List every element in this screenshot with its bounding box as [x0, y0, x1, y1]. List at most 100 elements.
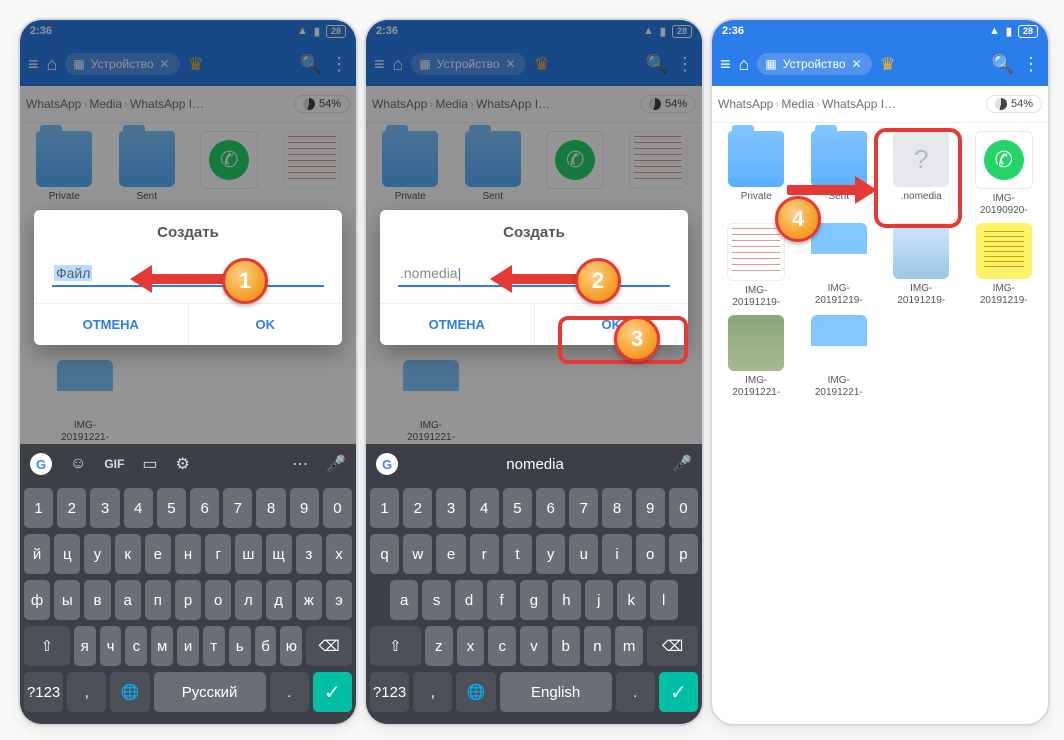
key-b[interactable]: b: [552, 626, 580, 666]
key-w[interactable]: w: [403, 534, 432, 574]
key-f[interactable]: f: [487, 580, 515, 620]
key-i[interactable]: i: [602, 534, 631, 574]
backspace-key[interactable]: ⌫: [647, 626, 698, 666]
key-c[interactable]: c: [488, 626, 516, 666]
key-щ[interactable]: щ: [266, 534, 292, 574]
key-ь[interactable]: ь: [229, 626, 251, 666]
key-7[interactable]: 7: [223, 488, 252, 528]
shift-key[interactable]: ⇧: [24, 626, 70, 666]
more-icon[interactable]: ⋯: [292, 454, 308, 474]
backspace-key[interactable]: ⌫: [306, 626, 352, 666]
key-б[interactable]: б: [255, 626, 277, 666]
home-icon[interactable]: ⌂: [393, 54, 404, 75]
file-img[interactable]: ✆IMG-20190920-: [966, 131, 1043, 217]
crumb[interactable]: Media: [781, 97, 814, 111]
key-2[interactable]: 2: [57, 488, 86, 528]
key-г[interactable]: г: [205, 534, 231, 574]
key-u[interactable]: u: [569, 534, 598, 574]
folder-private[interactable]: Private: [26, 131, 103, 205]
google-icon[interactable]: G: [376, 453, 398, 475]
shift-key[interactable]: ⇧: [370, 626, 421, 666]
key-y[interactable]: y: [536, 534, 565, 574]
key-ч[interactable]: ч: [100, 626, 122, 666]
emoji-key[interactable]: ,: [67, 672, 106, 712]
mic-icon[interactable]: 🎤: [672, 454, 692, 474]
key-q[interactable]: q: [370, 534, 399, 574]
sticker-icon[interactable]: ☺: [70, 455, 86, 473]
key-h[interactable]: h: [552, 580, 580, 620]
home-icon[interactable]: ⌂: [47, 54, 58, 75]
crown-icon[interactable]: ♛: [880, 54, 896, 75]
key-9[interactable]: 9: [636, 488, 665, 528]
key-а[interactable]: а: [115, 580, 141, 620]
key-2[interactable]: 2: [403, 488, 432, 528]
key-р[interactable]: р: [175, 580, 201, 620]
key-1[interactable]: 1: [24, 488, 53, 528]
keyboard[interactable]: G ☺ GIF ▭ ⚙ ⋯ 🎤 1234567890 йцукенгшщзх ф…: [20, 444, 356, 724]
search-icon[interactable]: 🔍: [992, 54, 1014, 75]
key-т[interactable]: т: [203, 626, 225, 666]
gif-icon[interactable]: GIF: [104, 457, 124, 471]
key-ш[interactable]: ш: [235, 534, 261, 574]
key-ю[interactable]: ю: [280, 626, 302, 666]
key-o[interactable]: o: [636, 534, 665, 574]
key-k[interactable]: k: [617, 580, 645, 620]
enter-key[interactable]: ✓: [313, 672, 352, 712]
key-l[interactable]: l: [650, 580, 678, 620]
file-whatsapp[interactable]: ✆: [191, 131, 268, 205]
key-5[interactable]: 5: [503, 488, 532, 528]
key-е[interactable]: е: [145, 534, 171, 574]
key-э[interactable]: э: [326, 580, 352, 620]
ok-button[interactable]: OK: [188, 304, 343, 345]
menu-icon[interactable]: ≡: [28, 54, 39, 75]
key-у[interactable]: у: [84, 534, 110, 574]
key-j[interactable]: j: [585, 580, 613, 620]
key-r[interactable]: r: [470, 534, 499, 574]
dot-key[interactable]: .: [616, 672, 655, 712]
file-img[interactable]: IMG-20191219-: [883, 223, 960, 309]
file-img[interactable]: IMG-20191221-: [718, 315, 795, 399]
key-z[interactable]: z: [425, 626, 453, 666]
crown-icon[interactable]: ♛: [534, 54, 550, 75]
folder-sent[interactable]: Sent: [109, 131, 186, 205]
crumb-3[interactable]: WhatsApp I…: [130, 97, 204, 111]
key-з[interactable]: з: [296, 534, 322, 574]
crumb-1[interactable]: WhatsApp: [26, 97, 81, 111]
location-chip[interactable]: ▦ Устройство ✕: [757, 53, 871, 75]
lang-key[interactable]: 🌐: [456, 672, 495, 712]
crown-icon[interactable]: ♛: [188, 54, 204, 75]
overflow-icon[interactable]: ⋮: [676, 54, 694, 75]
storage-pill[interactable]: 54%: [294, 95, 350, 113]
cancel-button[interactable]: ОТМЕНА: [380, 304, 534, 345]
key-м[interactable]: м: [151, 626, 173, 666]
menu-icon[interactable]: ≡: [720, 54, 731, 75]
google-icon[interactable]: G: [30, 453, 52, 475]
key-e[interactable]: e: [436, 534, 465, 574]
symbols-key[interactable]: ?123: [370, 672, 409, 712]
key-m[interactable]: m: [615, 626, 643, 666]
key-s[interactable]: s: [422, 580, 450, 620]
file-img[interactable]: IMG-20191219-: [966, 223, 1043, 309]
key-4[interactable]: 4: [124, 488, 153, 528]
emoji-key[interactable]: ,: [413, 672, 452, 712]
key-t[interactable]: t: [503, 534, 532, 574]
symbols-key[interactable]: ?123: [24, 672, 63, 712]
key-3[interactable]: 3: [90, 488, 119, 528]
key-0[interactable]: 0: [669, 488, 698, 528]
close-icon[interactable]: ✕: [160, 57, 170, 71]
mic-icon[interactable]: 🎤: [326, 454, 346, 474]
key-p[interactable]: p: [669, 534, 698, 574]
key-9[interactable]: 9: [290, 488, 319, 528]
cancel-button[interactable]: ОТМЕНА: [34, 304, 188, 345]
key-d[interactable]: d: [455, 580, 483, 620]
key-8[interactable]: 8: [602, 488, 631, 528]
key-п[interactable]: п: [145, 580, 171, 620]
key-я[interactable]: я: [74, 626, 96, 666]
key-ы[interactable]: ы: [54, 580, 80, 620]
location-chip[interactable]: ▦ Устройство ✕: [65, 53, 179, 75]
key-к[interactable]: к: [115, 534, 141, 574]
dot-key[interactable]: .: [270, 672, 309, 712]
lang-key[interactable]: 🌐: [110, 672, 149, 712]
suggestion[interactable]: nomedia: [416, 456, 654, 473]
key-и[interactable]: и: [177, 626, 199, 666]
